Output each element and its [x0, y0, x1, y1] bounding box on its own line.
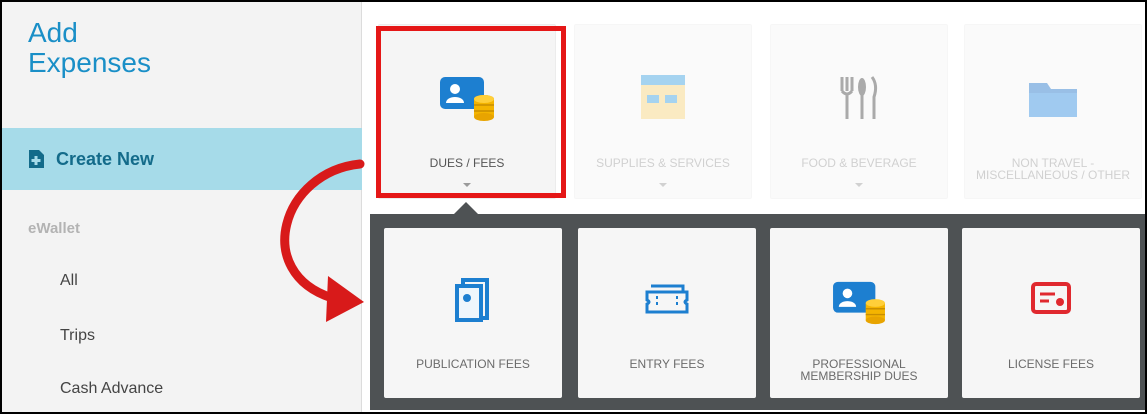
subcategory-tile-publication-fees[interactable]: PUBLICATION FEES [384, 228, 562, 398]
category-tile-non-travel[interactable]: NON TRAVEL - MISCELLANEOUS / OTHER [964, 24, 1142, 199]
page-title-line2: Expenses [28, 47, 151, 78]
publication-icon [455, 278, 489, 322]
category-label-food-beverage: FOOD & BEVERAGE [801, 156, 917, 170]
category-label-supplies-services: SUPPLIES & SERVICES [596, 156, 730, 170]
category-tile-supplies-services[interactable]: SUPPLIES & SERVICES [574, 24, 752, 199]
subcategory-label-entry-fees: ENTRY FEES [629, 357, 705, 371]
subcategory-label-publication-fees: PUBLICATION FEES [416, 357, 530, 371]
id-card-coins-icon [833, 281, 885, 325]
panel-pointer [454, 202, 478, 214]
ticket-icon [645, 284, 689, 314]
chevron-down-icon [855, 183, 863, 187]
subcategory-tile-license-fees[interactable]: LICENSE FEES [962, 228, 1140, 398]
folder-icon [1029, 83, 1077, 117]
subcategory-label-professional-membership-dues: PROFESSIONAL MEMBERSHIP DUES [800, 357, 918, 383]
subcategory-tile-professional-membership-dues[interactable]: PROFESSIONAL MEMBERSHIP DUES [770, 228, 948, 398]
section-label-ewallet: eWallet [28, 220, 80, 237]
category-label-dues-fees: DUES / FEES [429, 156, 505, 170]
chevron-down-icon [659, 183, 667, 187]
create-new-label: Create New [56, 148, 155, 169]
new-document-icon [29, 150, 44, 168]
sidebar-item-all[interactable]: All [60, 272, 78, 290]
category-tile-food-beverage[interactable]: FOOD & BEVERAGE [770, 24, 948, 199]
license-certificate-icon [1031, 282, 1071, 314]
sidebar-item-trips[interactable]: Trips [60, 327, 95, 345]
category-label-non-travel: NON TRAVEL - MISCELLANEOUS / OTHER [975, 156, 1131, 182]
utensils-icon [840, 76, 878, 119]
id-card-coins-icon [440, 77, 494, 121]
subcategory-tile-entry-fees[interactable]: ENTRY FEES [578, 228, 756, 398]
store-icon [641, 75, 685, 119]
category-tile-dues-fees[interactable]: DUES / FEES [378, 24, 556, 199]
sidebar: Add Expenses Create New eWallet All Trip… [2, 2, 362, 412]
sidebar-item-cash-advance[interactable]: Cash Advance [60, 380, 163, 398]
chevron-down-icon [463, 183, 471, 187]
subcategory-label-license-fees: LICENSE FEES [1007, 357, 1095, 371]
create-new-button[interactable]: Create New [2, 128, 362, 190]
app-frame: Add Expenses Create New eWallet All Trip… [0, 0, 1147, 414]
page-title: Add Expenses [28, 18, 151, 78]
page-title-line1: Add [28, 17, 78, 48]
